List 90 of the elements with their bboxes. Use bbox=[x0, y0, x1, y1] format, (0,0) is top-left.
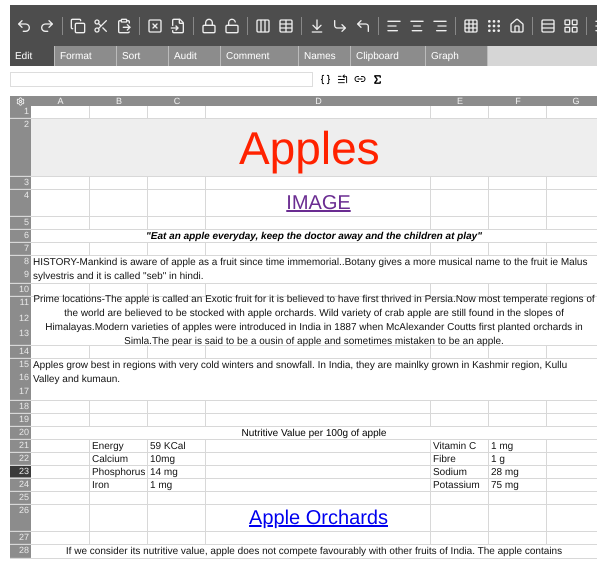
column-header[interactable]: F bbox=[515, 96, 521, 106]
row-header[interactable]: 14 bbox=[10, 346, 31, 358]
ribbon-tab[interactable]: Names bbox=[299, 46, 351, 66]
columns-icon[interactable] bbox=[255, 18, 271, 34]
formula-field[interactable] bbox=[10, 72, 313, 86]
lock-icon[interactable] bbox=[201, 18, 217, 34]
column-header[interactable]: B bbox=[116, 96, 122, 106]
table-cell-text: Vitamin C bbox=[433, 440, 476, 454]
paragraph: Apples grow best in regions with very cold winters and snowfall. In India, they are mainlky grown in Kashmir region, Kullu Valley and kumaun. bbox=[33, 359, 568, 387]
column-header[interactable]: A bbox=[57, 96, 64, 106]
function-icon[interactable] bbox=[320, 74, 331, 84]
rows-icon[interactable] bbox=[540, 18, 556, 34]
row-header[interactable]: 19 bbox=[10, 414, 31, 426]
table-cell-text: Calcium bbox=[92, 452, 128, 466]
row-header[interactable]: 24 bbox=[10, 479, 31, 491]
table-cell-text: 1 mg bbox=[150, 478, 172, 492]
row-header[interactable]: 20 bbox=[10, 427, 31, 439]
table-cell-text: 28 mg bbox=[491, 466, 519, 480]
column-header[interactable]: E bbox=[456, 96, 463, 106]
home-icon[interactable] bbox=[509, 18, 525, 34]
row-header[interactable]: 23 bbox=[10, 466, 31, 478]
ribbon-tab[interactable]: Audit bbox=[169, 46, 221, 66]
table-icon[interactable] bbox=[278, 18, 294, 34]
quote-text: "Eat an apple everyday, keep the doctor away and the children at play" bbox=[146, 230, 482, 244]
table-cell-text: 1 g bbox=[491, 452, 505, 466]
table-cell-text: Iron bbox=[92, 478, 110, 492]
table-cell-text: 10mg bbox=[150, 452, 176, 466]
row-header[interactable]: 21 bbox=[10, 440, 31, 452]
row-header[interactable]: 8 9 bbox=[10, 256, 31, 283]
table-cell-text: 59 KCal bbox=[150, 440, 186, 454]
row-header[interactable]: 25 bbox=[10, 492, 31, 504]
clear-icon[interactable] bbox=[147, 18, 163, 34]
row-header[interactable]: 2 bbox=[10, 119, 31, 176]
link-icon[interactable] bbox=[354, 73, 366, 85]
ribbon-tab[interactable]: Sort bbox=[117, 46, 169, 66]
hyperlink[interactable]: Apple Orchards bbox=[249, 508, 388, 528]
row-header[interactable]: 10 bbox=[10, 284, 31, 296]
redo-icon[interactable] bbox=[39, 18, 55, 34]
indent-icon[interactable] bbox=[337, 74, 348, 84]
no-borders-icon[interactable] bbox=[486, 18, 502, 34]
paragraph: If we consider its nutritive value, apple does not compete favourably with other fruits of India. The apple contains bbox=[66, 544, 562, 558]
row-header[interactable]: 27 bbox=[10, 532, 31, 544]
row-header[interactable]: 15 16 17 bbox=[10, 359, 31, 400]
row-header[interactable]: 26 bbox=[10, 505, 31, 531]
row-header[interactable]: 5 bbox=[10, 217, 31, 229]
row-header[interactable]: 11 12 13 bbox=[10, 297, 31, 345]
unlock-icon[interactable] bbox=[224, 18, 240, 34]
column-header[interactable]: C bbox=[174, 96, 180, 106]
table-cell-text: Fibre bbox=[433, 452, 456, 466]
undo-icon[interactable] bbox=[16, 18, 32, 34]
ribbon-tab[interactable]: Clipboard bbox=[351, 46, 426, 66]
align-right-icon[interactable] bbox=[432, 18, 448, 34]
ribbon-tab[interactable]: Edit bbox=[10, 46, 55, 66]
copy-icon[interactable] bbox=[70, 18, 86, 34]
settings-icon[interactable] bbox=[16, 96, 25, 106]
borders-icon[interactable] bbox=[463, 18, 479, 34]
row-header[interactable]: 7 bbox=[10, 243, 31, 255]
table-cell-text: 14 mg bbox=[150, 466, 178, 480]
paragraph: HISTORY-Mankind is aware of apple as a fruit since time immemorial..Botany gives a more musical name to the fruit ie Malus sylvestris and it is called "seb" in hindi. bbox=[33, 256, 588, 284]
row-header[interactable]: 1 bbox=[10, 106, 31, 118]
ribbon-tab[interactable]: Comment bbox=[221, 46, 299, 66]
table-caption: Nutritive Value per 100g of apple bbox=[242, 426, 386, 440]
table-cell-text: 1 mg bbox=[491, 440, 514, 454]
table-cell-text: Sodium bbox=[433, 466, 467, 480]
paste-icon[interactable] bbox=[116, 18, 132, 34]
row-header[interactable]: 4 bbox=[10, 190, 31, 216]
grid-icon[interactable] bbox=[563, 18, 579, 34]
sum-icon[interactable] bbox=[372, 74, 383, 84]
ribbon-tab[interactable]: Format bbox=[55, 46, 117, 66]
row-header[interactable]: 6 bbox=[10, 230, 31, 242]
column-header[interactable]: D bbox=[315, 96, 322, 106]
hyperlink[interactable]: IMAGE bbox=[286, 193, 351, 213]
paste-special-icon[interactable] bbox=[170, 18, 186, 34]
column-header[interactable]: G bbox=[572, 96, 580, 106]
move-right-icon[interactable] bbox=[332, 18, 348, 34]
move-up-icon[interactable] bbox=[355, 18, 371, 34]
table-cell-text: Phosphorus bbox=[92, 466, 146, 480]
row-header[interactable]: 22 bbox=[10, 453, 31, 465]
row-header[interactable]: 18 bbox=[10, 401, 31, 413]
row-header[interactable]: 3 bbox=[10, 177, 31, 189]
cut-icon[interactable] bbox=[93, 18, 109, 34]
table-cell-text: Potassium bbox=[433, 478, 480, 492]
fill-down-icon[interactable] bbox=[309, 18, 325, 34]
row-header[interactable]: 28 bbox=[10, 545, 31, 558]
align-center-icon[interactable] bbox=[409, 18, 425, 34]
paragraph: Prime locations-The apple is called an Exotic fruit for it is believed to have first thrived in Persia.Now most temperate regions of the world are believed to be stocked with apple orchards. Wild variety of crab apple are still found in the slopes of Himalayas.Modern varieties of apples were introduced in India in 1887 when McAlexander Coutts first planted orchards in Simla.The pear is said to be a ousin of apple and sometimes mistaken to be an apple. bbox=[33, 293, 595, 349]
table-cell-text: Energy bbox=[92, 440, 124, 454]
ribbon-tab[interactable]: Graph bbox=[426, 46, 488, 66]
align-left-icon[interactable] bbox=[386, 18, 402, 34]
table-cell-text: 75 mg bbox=[491, 478, 519, 492]
